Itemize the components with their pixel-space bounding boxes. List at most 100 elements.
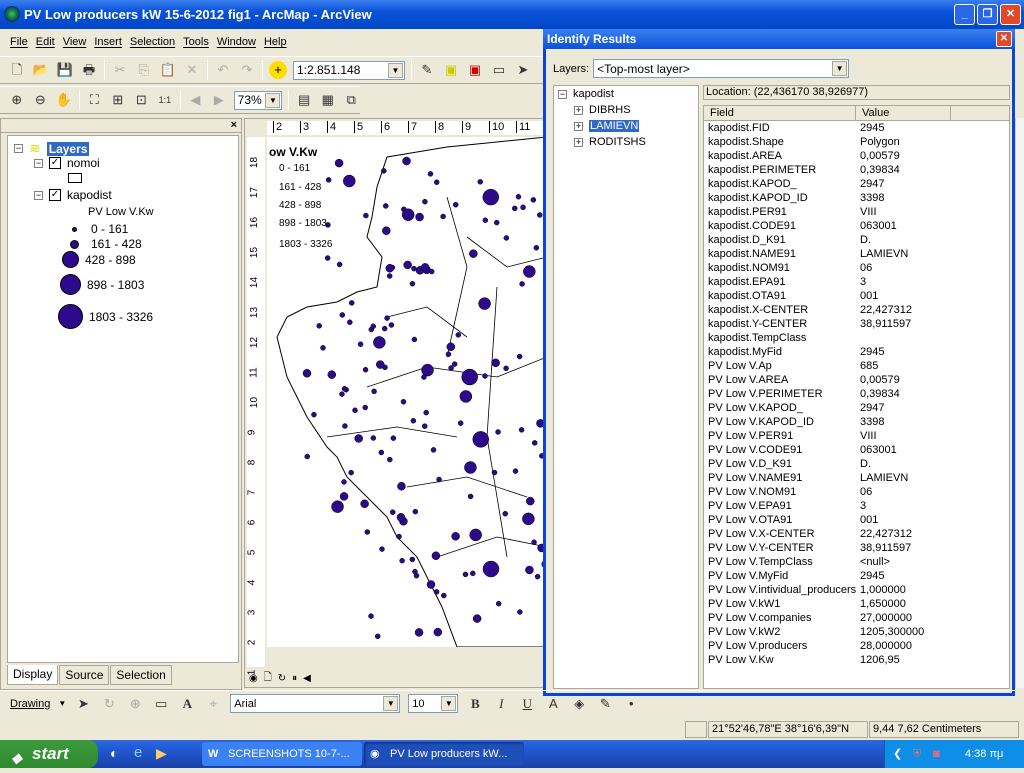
attribute-row[interactable]: PV Low V.NOM91 06 [704, 485, 1009, 499]
chevron-down-icon[interactable]: ▼ [383, 696, 399, 711]
open-icon[interactable]: 📂 [32, 61, 50, 79]
task-arcmap[interactable]: ◉ PV Low producers kW... [364, 742, 524, 766]
change-layout-icon[interactable]: ⧉ [342, 91, 360, 109]
refresh-icon[interactable]: ↻ [278, 673, 286, 684]
chevron-down-icon[interactable]: ▼ [388, 62, 403, 78]
drawing-menu[interactable]: Drawing [10, 698, 50, 710]
rectangle-icon[interactable]: ▭ [152, 695, 170, 713]
attribute-row[interactable]: kapodist.NAME91 LAMIEVN [704, 247, 1009, 261]
attribute-row[interactable]: kapodist.FID 2945 [704, 121, 1009, 135]
attribute-row[interactable]: kapodist.MyFid 2945 [704, 345, 1009, 359]
map-canvas[interactable]: ow V.Kw 0 - 161 161 - 428 428 - 898 898 … [267, 137, 547, 647]
back-icon[interactable]: ◀ [187, 91, 205, 109]
layer-checkbox[interactable]: ✓ [49, 157, 61, 169]
cut-icon[interactable]: ✂ [111, 61, 129, 79]
vertical-scrollbar[interactable] [1015, 118, 1024, 688]
zoom-whole-page-icon[interactable]: ⛶ [86, 91, 104, 109]
tab-selection[interactable]: Selection [110, 665, 172, 685]
attribute-row[interactable]: PV Low V.KAPOD_ID 3398 [704, 415, 1009, 429]
attribute-row[interactable]: PV Low V.intividual_producers 1,000000 [704, 583, 1009, 597]
task-word[interactable]: W SCREENSHOTS 10-7-... [202, 742, 362, 766]
tab-source[interactable]: Source [59, 665, 110, 685]
paste-icon[interactable]: 📋 [159, 61, 177, 79]
scroll-left-icon[interactable]: ◀ [303, 673, 311, 684]
font-size-combo[interactable]: 10 ▼ [408, 694, 459, 713]
attribute-row[interactable]: kapodist.OTA91 001 [704, 289, 1009, 303]
layer-checkbox[interactable]: ✓ [49, 189, 61, 201]
chevron-down-icon[interactable]: ▼ [265, 92, 281, 108]
zoom-combo[interactable]: 73% ▼ [233, 90, 283, 110]
attribute-row[interactable]: PV Low V.Ap 685 [704, 359, 1009, 373]
attribute-row[interactable]: kapodist.AREA 0,00579 [704, 149, 1009, 163]
pause-icon[interactable]: ⏸ [292, 673, 297, 684]
attribute-row[interactable]: kapodist.KAPOD_ID 3398 [704, 191, 1009, 205]
underline-button[interactable]: U [518, 695, 536, 713]
tab-display[interactable]: Display [7, 665, 59, 685]
attribute-row[interactable]: kapodist.D_K91 D. [704, 233, 1009, 247]
menu-help[interactable]: Help [264, 36, 287, 48]
print-icon[interactable]: 🖶 [80, 61, 98, 79]
focus-data-frame-icon[interactable]: ▦ [319, 91, 337, 109]
antivirus-icon[interactable]: ◙ [933, 740, 940, 768]
save-icon[interactable]: 💾 [56, 61, 74, 79]
close-icon[interactable]: × [231, 119, 237, 131]
font-combo[interactable]: Arial ▼ [230, 694, 401, 713]
collapse-icon[interactable]: − [34, 190, 43, 200]
menu-selection[interactable]: Selection [130, 36, 175, 48]
menu-view[interactable]: View [63, 36, 87, 48]
attribute-row[interactable]: kapodist.EPA91 3 [704, 275, 1009, 289]
menu-tools[interactable]: Tools [183, 36, 209, 48]
command-line-icon[interactable]: ▭ [490, 61, 508, 79]
attribute-row[interactable]: PV Low V.kW2 1205,300000 [704, 625, 1009, 639]
layers-dropdown[interactable]: <Top-most layer> ▼ [593, 59, 850, 78]
new-icon[interactable]: 🗋 [8, 61, 26, 79]
scale-combo[interactable]: 1:2.851.148 ▼ [293, 60, 405, 80]
expand-icon[interactable]: + [574, 121, 583, 131]
attribute-row[interactable]: kapodist.Y-CENTER 38,911597 [704, 317, 1009, 331]
attribute-row[interactable]: PV Low V.KAPOD_ 2947 [704, 401, 1009, 415]
attribute-row[interactable]: PV Low V.PERIMETER 0,39834 [704, 387, 1009, 401]
zoom-to-selected-icon[interactable]: ⊕ [126, 695, 144, 713]
menu-file[interactable]: File [10, 36, 28, 48]
attribute-row[interactable]: PV Low V.NAME91 LAMIEVN [704, 471, 1009, 485]
attribute-row[interactable]: kapodist.TempClass [704, 331, 1009, 345]
zoom-out-icon[interactable]: ⊖ [32, 91, 50, 109]
start-button[interactable]: ❖ start [0, 740, 98, 768]
arccatalog-icon[interactable]: ▣ [442, 61, 460, 79]
line-color-icon[interactable]: ✎ [596, 695, 614, 713]
tree-item-dibrhs[interactable]: DIBRHS [589, 104, 631, 116]
attribute-row[interactable]: kapodist.PER91 VIII [704, 205, 1009, 219]
tree-item-roditshs[interactable]: RODITSHS [589, 136, 646, 148]
media-player-icon[interactable]: ▶ [156, 745, 167, 762]
tree-item-lamievn[interactable]: LAMIEVN [589, 120, 640, 132]
attribute-row[interactable]: kapodist.KAPOD_ 2947 [704, 177, 1009, 191]
attribute-row[interactable]: kapodist.X-CENTER 22,427312 [704, 303, 1009, 317]
ie-icon[interactable]: e [134, 744, 142, 761]
attribute-row[interactable]: PV Low V.CODE91 063001 [704, 443, 1009, 457]
select-elements-icon[interactable]: ➤ [514, 61, 532, 79]
map-layout-view[interactable]: 2 3 4 5 6 7 8 9 10 11 18 17 16 15 14 13 12 11 10 9 8 7 6 5 4 3 2 1… [244, 118, 547, 688]
delete-icon[interactable]: ✕ [183, 61, 201, 79]
layers-root[interactable]: Layers [46, 141, 90, 156]
layout-view-icon[interactable]: 🗋 [264, 670, 272, 687]
text-icon[interactable]: A [178, 695, 196, 713]
column-value[interactable]: Value [856, 106, 951, 120]
select-arrow-icon[interactable]: ➤ [74, 695, 92, 713]
close-button[interactable]: ✕ [996, 31, 1012, 47]
minimize-button[interactable]: _ [954, 4, 975, 25]
attribute-row[interactable]: kapodist.PERIMETER 0,39834 [704, 163, 1009, 177]
chevron-down-icon[interactable]: ▼ [441, 696, 457, 711]
attribute-row[interactable]: kapodist.CODE91 063001 [704, 219, 1009, 233]
attribute-row[interactable]: PV Low V.EPA91 3 [704, 499, 1009, 513]
bold-button[interactable]: B [466, 695, 484, 713]
arctoolbox-icon[interactable]: ▣ [466, 61, 484, 79]
fill-color-icon[interactable]: ◈ [570, 695, 588, 713]
edit-vertices-icon[interactable]: ⌖ [204, 695, 222, 713]
attribute-row[interactable]: kapodist.NOM91 06 [704, 261, 1009, 275]
quicklaunch-icon[interactable]: ◐ [110, 745, 118, 761]
add-data-icon[interactable]: + [269, 61, 287, 79]
attribute-row[interactable]: PV Low V.kW1 1,650000 [704, 597, 1009, 611]
zoom-100-icon[interactable]: 1:1 [156, 91, 174, 109]
fixed-zoom-out-icon[interactable]: ⊡ [133, 91, 151, 109]
chevron-down-icon[interactable]: ▼ [832, 61, 848, 76]
